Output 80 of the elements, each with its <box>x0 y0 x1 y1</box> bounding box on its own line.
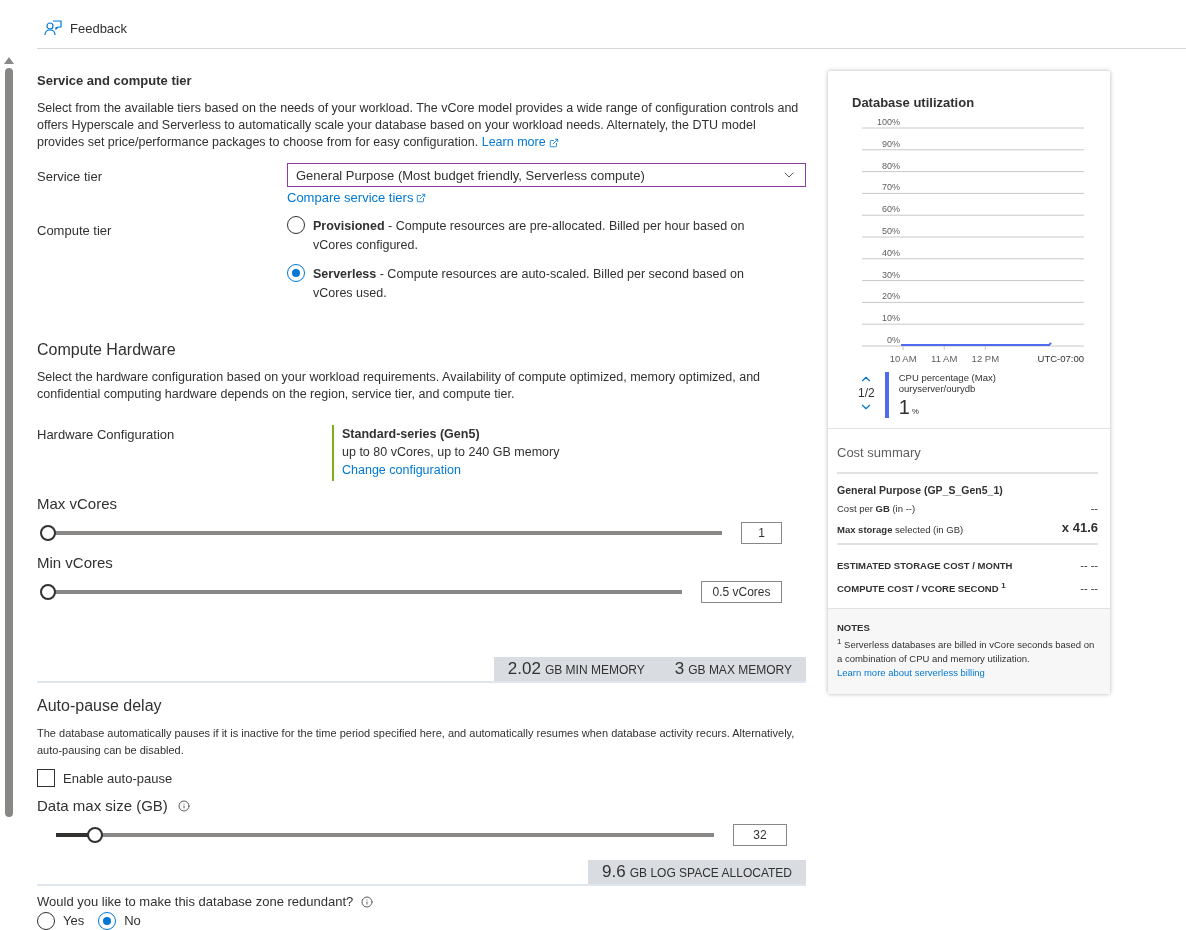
slider-thumb[interactable] <box>87 827 104 843</box>
value-field[interactable]: 0.5 vCores <box>701 581 782 603</box>
value-field[interactable]: 1 <box>741 522 782 544</box>
memory-value: 2.02 <box>507 659 541 679</box>
cost-label: Cost per GB (in --) <box>837 503 916 514</box>
section-title: Auto-pause delay <box>37 697 163 715</box>
resource-name: ouryserver/ourydb <box>898 383 977 394</box>
axis-label: 40% <box>882 247 900 258</box>
change-config-link[interactable]: Change configuration <box>342 463 461 477</box>
compare-link[interactable]: Compare service tiers <box>287 190 427 205</box>
slider-label: Min vCores <box>37 554 114 571</box>
field-label: Hardware Configuration <box>37 426 176 444</box>
question: Would you like to make this database zone redundant? <box>37 894 354 909</box>
cost-label: ESTIMATED STORAGE COST / MONTH <box>837 560 1013 571</box>
axis-label: 20% <box>882 291 900 302</box>
notes-title: NOTES <box>837 622 870 634</box>
memory-unit: GB MIN MEMORY <box>544 663 645 677</box>
cost-value: -- <box>1090 502 1098 514</box>
axis-label: 11 AM <box>931 353 958 364</box>
scroll-up-arrow-icon[interactable] <box>4 57 14 64</box>
axis-label: 10% <box>882 313 900 324</box>
axis-label: 100% <box>876 117 900 127</box>
feedback-button[interactable]: Feedback <box>44 20 128 36</box>
slider-thumb[interactable] <box>40 525 56 541</box>
cost-value: -- -- <box>1080 582 1098 595</box>
note-text: $^{1}$ Serverless databases are billed in vCore seconds based on a combination of CPU and memory utilization. Learn more about serverless billing <box>837 636 1096 681</box>
info-icon[interactable] <box>361 895 374 908</box>
service-tier-dropdown[interactable]: General Purpose (Most budget friendly, Serverless compute) <box>287 163 806 187</box>
cost-value: -- -- <box>1080 559 1098 571</box>
radio-label: Serverless - Compute resources are auto-scaled. Billed per second based on vCores used. <box>313 266 745 302</box>
config-detail: up to 80 vCores, up to 240 GB memory <box>342 445 561 459</box>
description: Select the hardware configuration based on your workload requirements. Availability of compute optimized, memory optimized, and confidential computing hardware depends on the region, service tier, and compute tier. <box>37 369 762 403</box>
slider-label: Max vCores <box>37 495 119 512</box>
legend-color-bar <box>884 372 889 418</box>
axis-label: 10 AM <box>889 353 917 364</box>
axis-label: 50% <box>882 226 900 236</box>
config-name: Standard-series (Gen5) <box>342 427 481 441</box>
memory-value: 3 <box>674 659 685 679</box>
axis-label: 70% <box>882 182 900 193</box>
external-link-icon <box>416 192 427 203</box>
slider-label: Data max size (GB) <box>37 797 168 814</box>
tier-name: General Purpose (GP_S_Gen5_1) <box>837 484 1003 496</box>
section-title: Compute Hardware <box>37 341 177 359</box>
cost-value: x 41.6 <box>1061 520 1098 535</box>
axis-label: 60% <box>882 204 900 215</box>
field-label: Service tier <box>37 168 104 186</box>
axis-label: 80% <box>882 160 900 171</box>
axis-label: 0% <box>887 335 900 345</box>
scrollbar[interactable] <box>4 57 14 817</box>
radio-label: Provisioned - Compute resources are pre-allocated. Billed per hour based on vCores configured. <box>313 218 746 254</box>
cost-title: Cost summary <box>837 445 1098 474</box>
billing-link[interactable]: Learn more about serverless billing <box>837 666 985 681</box>
card-title: Database utilization <box>852 95 976 110</box>
pager-text: 1/2 <box>858 386 875 400</box>
feedback-icon <box>44 20 62 36</box>
metric-value: 1 <box>898 396 910 418</box>
section-title: Service and compute tier <box>37 73 193 88</box>
metric-unit: % <box>911 406 919 417</box>
slider-thumb[interactable] <box>40 584 56 600</box>
radio-label: Yes <box>63 913 85 928</box>
axis-label: 30% <box>882 269 900 280</box>
axis-title: UTC-07:00 <box>1037 353 1084 364</box>
value-field[interactable]: 32 <box>733 824 787 846</box>
log-space-unit: GB LOG SPACE ALLOCATED <box>629 866 792 880</box>
description: Select from the available tiers based on the needs of your workload. The vCore model provides a wide range of configuration controls and offers Hyperscale and Serverless to automatically scale your database based on your workload needs. Alternately, the DTU model provides set price/performance packages to choose from for easy configuration. Learn more <box>37 100 800 151</box>
cost-label: Max storage selected (in GB) <box>837 524 964 535</box>
learn-more-link[interactable]: Learn more <box>481 134 559 151</box>
axis-label: 12 PM <box>971 353 1000 364</box>
radio-label: No <box>124 913 141 928</box>
field-label: Compute tier <box>37 222 113 240</box>
description: The database automatically pauses if it is inactive for the time period specified here, and automatically resumes when database activity recurs. Alternatively, auto-pausing can be disabled. <box>37 726 796 758</box>
memory-unit: GB MAX MEMORY <box>688 663 792 677</box>
checkbox-label: Enable auto-pause <box>63 770 173 786</box>
axis-label: 90% <box>882 138 900 149</box>
external-link-icon <box>548 137 559 148</box>
log-space-value: 9.6 <box>602 862 626 882</box>
cost-label: COMPUTE COST / VCORE SECOND $^{1}$ <box>837 581 1006 595</box>
metric-name: CPU percentage (Max) <box>898 372 996 383</box>
info-icon[interactable] <box>177 799 190 812</box>
checkbox[interactable] <box>37 769 55 787</box>
